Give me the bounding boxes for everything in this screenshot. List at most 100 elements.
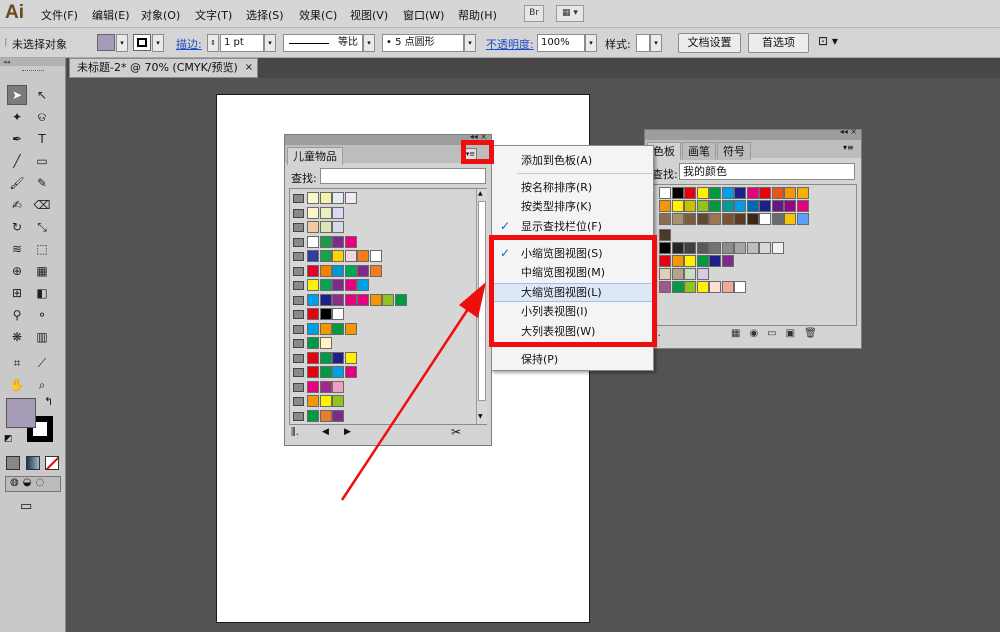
swatch-group-folder-icon[interactable] <box>293 266 304 276</box>
menu-view[interactable]: 视图(V) <box>350 7 388 23</box>
color-swatch[interactable] <box>784 187 796 199</box>
color-swatch[interactable] <box>796 187 809 199</box>
brush-dropdown[interactable]: ▾ <box>464 34 476 52</box>
direct-selection-tool-icon[interactable]: ↖ <box>32 85 52 105</box>
delete-library-icon[interactable]: ✂ <box>451 425 461 439</box>
color-swatch[interactable] <box>721 187 734 199</box>
color-swatch[interactable] <box>369 250 382 262</box>
lasso-tool-icon[interactable]: ଡ <box>32 107 52 127</box>
color-swatch[interactable] <box>332 264 344 277</box>
color-swatch[interactable] <box>369 293 382 306</box>
selection-tool-icon[interactable]: ➤ <box>7 85 27 105</box>
color-swatch[interactable] <box>332 395 344 407</box>
stroke-weight-stepper[interactable]: ⇕ <box>207 34 219 52</box>
color-swatch[interactable] <box>746 242 759 254</box>
stroke-weight-dropdown[interactable]: ▾ <box>264 34 276 52</box>
color-swatch[interactable] <box>319 192 332 204</box>
color-swatch[interactable] <box>796 213 809 225</box>
color-swatch[interactable] <box>659 242 671 254</box>
color-swatch[interactable] <box>671 187 684 199</box>
color-swatch[interactable] <box>382 293 394 306</box>
swatch-group-folder-icon[interactable] <box>293 382 304 392</box>
color-swatch[interactable] <box>357 279 369 291</box>
color-swatch[interactable] <box>696 281 709 293</box>
color-swatch[interactable] <box>709 213 721 225</box>
swatch-group-folder-icon[interactable] <box>293 339 304 348</box>
color-swatch[interactable] <box>784 200 796 212</box>
tab-brushes[interactable]: 画笔 <box>682 142 716 160</box>
color-swatch[interactable] <box>307 293 319 306</box>
scroll-thumb[interactable] <box>478 201 486 401</box>
arrange-documents-button[interactable]: ▦ ▾ <box>556 5 584 22</box>
color-swatch[interactable] <box>696 213 709 225</box>
document-setup-button[interactable]: 文档设置 <box>678 33 741 53</box>
hand-tool-icon[interactable]: ✋ <box>7 375 27 395</box>
color-swatch[interactable] <box>344 351 357 364</box>
color-swatch[interactable] <box>734 187 746 199</box>
free-transform-tool-icon[interactable]: ⬚ <box>32 239 52 259</box>
color-swatch[interactable] <box>357 264 369 277</box>
color-swatch[interactable] <box>307 322 319 335</box>
fill-color-swatch[interactable] <box>97 34 115 51</box>
column-graph-tool-icon[interactable]: ▥ <box>32 327 52 347</box>
color-swatch[interactable] <box>759 242 771 254</box>
color-swatch[interactable] <box>307 279 319 291</box>
color-swatch[interactable] <box>319 380 332 393</box>
flyout-menu-item[interactable]: 添加到色板(A) <box>492 151 653 170</box>
color-swatch[interactable] <box>709 200 721 212</box>
color-swatch[interactable] <box>659 255 671 267</box>
blend-tool-icon[interactable]: ⚬ <box>32 305 52 325</box>
color-swatch[interactable] <box>344 293 357 306</box>
color-swatch[interactable] <box>771 187 784 199</box>
color-swatch[interactable] <box>696 255 709 267</box>
swatch-group-folder-icon[interactable] <box>293 281 304 290</box>
color-swatch[interactable] <box>759 213 771 225</box>
color-swatch[interactable] <box>721 255 734 267</box>
stroke-color-swatch[interactable] <box>133 34 151 51</box>
color-swatch[interactable] <box>684 187 696 199</box>
color-swatch[interactable] <box>344 279 357 291</box>
scale-tool-icon[interactable]: ⤡ <box>32 217 52 237</box>
color-swatch[interactable] <box>319 395 332 407</box>
color-swatch[interactable] <box>344 264 357 277</box>
color-swatch[interactable] <box>671 268 684 280</box>
swatch-group-folder-icon[interactable] <box>293 208 304 218</box>
profile-dropdown[interactable]: ▾ <box>363 34 375 52</box>
color-swatch[interactable] <box>332 380 344 393</box>
color-swatch[interactable] <box>671 213 684 225</box>
color-swatch[interactable] <box>721 242 734 254</box>
color-swatch[interactable] <box>319 206 332 219</box>
tab-symbols[interactable]: 符号 <box>717 142 751 160</box>
color-swatch[interactable] <box>709 187 721 199</box>
color-swatch[interactable] <box>332 221 344 233</box>
document-tab[interactable]: 未标题-2* @ 70% (CMYK/预览) × <box>69 58 258 78</box>
color-swatch[interactable] <box>709 281 721 293</box>
magic-wand-tool-icon[interactable]: ✦ <box>7 107 27 127</box>
tab-kids-items[interactable]: 儿童物品 <box>287 147 343 165</box>
flyout-menu-item[interactable]: 按名称排序(R) <box>492 178 653 197</box>
color-swatch[interactable] <box>319 293 332 306</box>
color-swatch[interactable] <box>771 213 784 225</box>
color-swatch[interactable] <box>319 250 332 262</box>
color-swatch[interactable] <box>394 293 407 306</box>
line-tool-icon[interactable]: ╱ <box>7 151 27 171</box>
drawing-modes-icon[interactable]: ◍◒◌ <box>5 476 61 492</box>
close-icon[interactable]: × <box>245 59 253 77</box>
color-swatch[interactable] <box>659 268 671 280</box>
scroll-up-icon[interactable]: ▲ <box>478 190 486 197</box>
symbol-sprayer-tool-icon[interactable]: ❋ <box>7 327 27 347</box>
color-swatch[interactable] <box>357 293 369 306</box>
color-swatch[interactable] <box>659 200 671 212</box>
color-swatch[interactable] <box>332 366 344 378</box>
gradient-tool-icon[interactable]: ◧ <box>32 283 52 303</box>
color-swatch[interactable] <box>319 308 332 320</box>
color-swatch[interactable] <box>319 366 332 378</box>
color-swatch[interactable] <box>759 187 771 199</box>
color-swatch[interactable] <box>684 281 696 293</box>
color-swatch[interactable] <box>307 366 319 378</box>
color-swatch[interactable] <box>659 213 671 225</box>
color-swatch[interactable] <box>659 281 671 293</box>
color-swatch[interactable] <box>684 255 696 267</box>
color-swatch[interactable] <box>332 250 344 262</box>
swatch-group-folder-icon[interactable] <box>293 223 304 232</box>
